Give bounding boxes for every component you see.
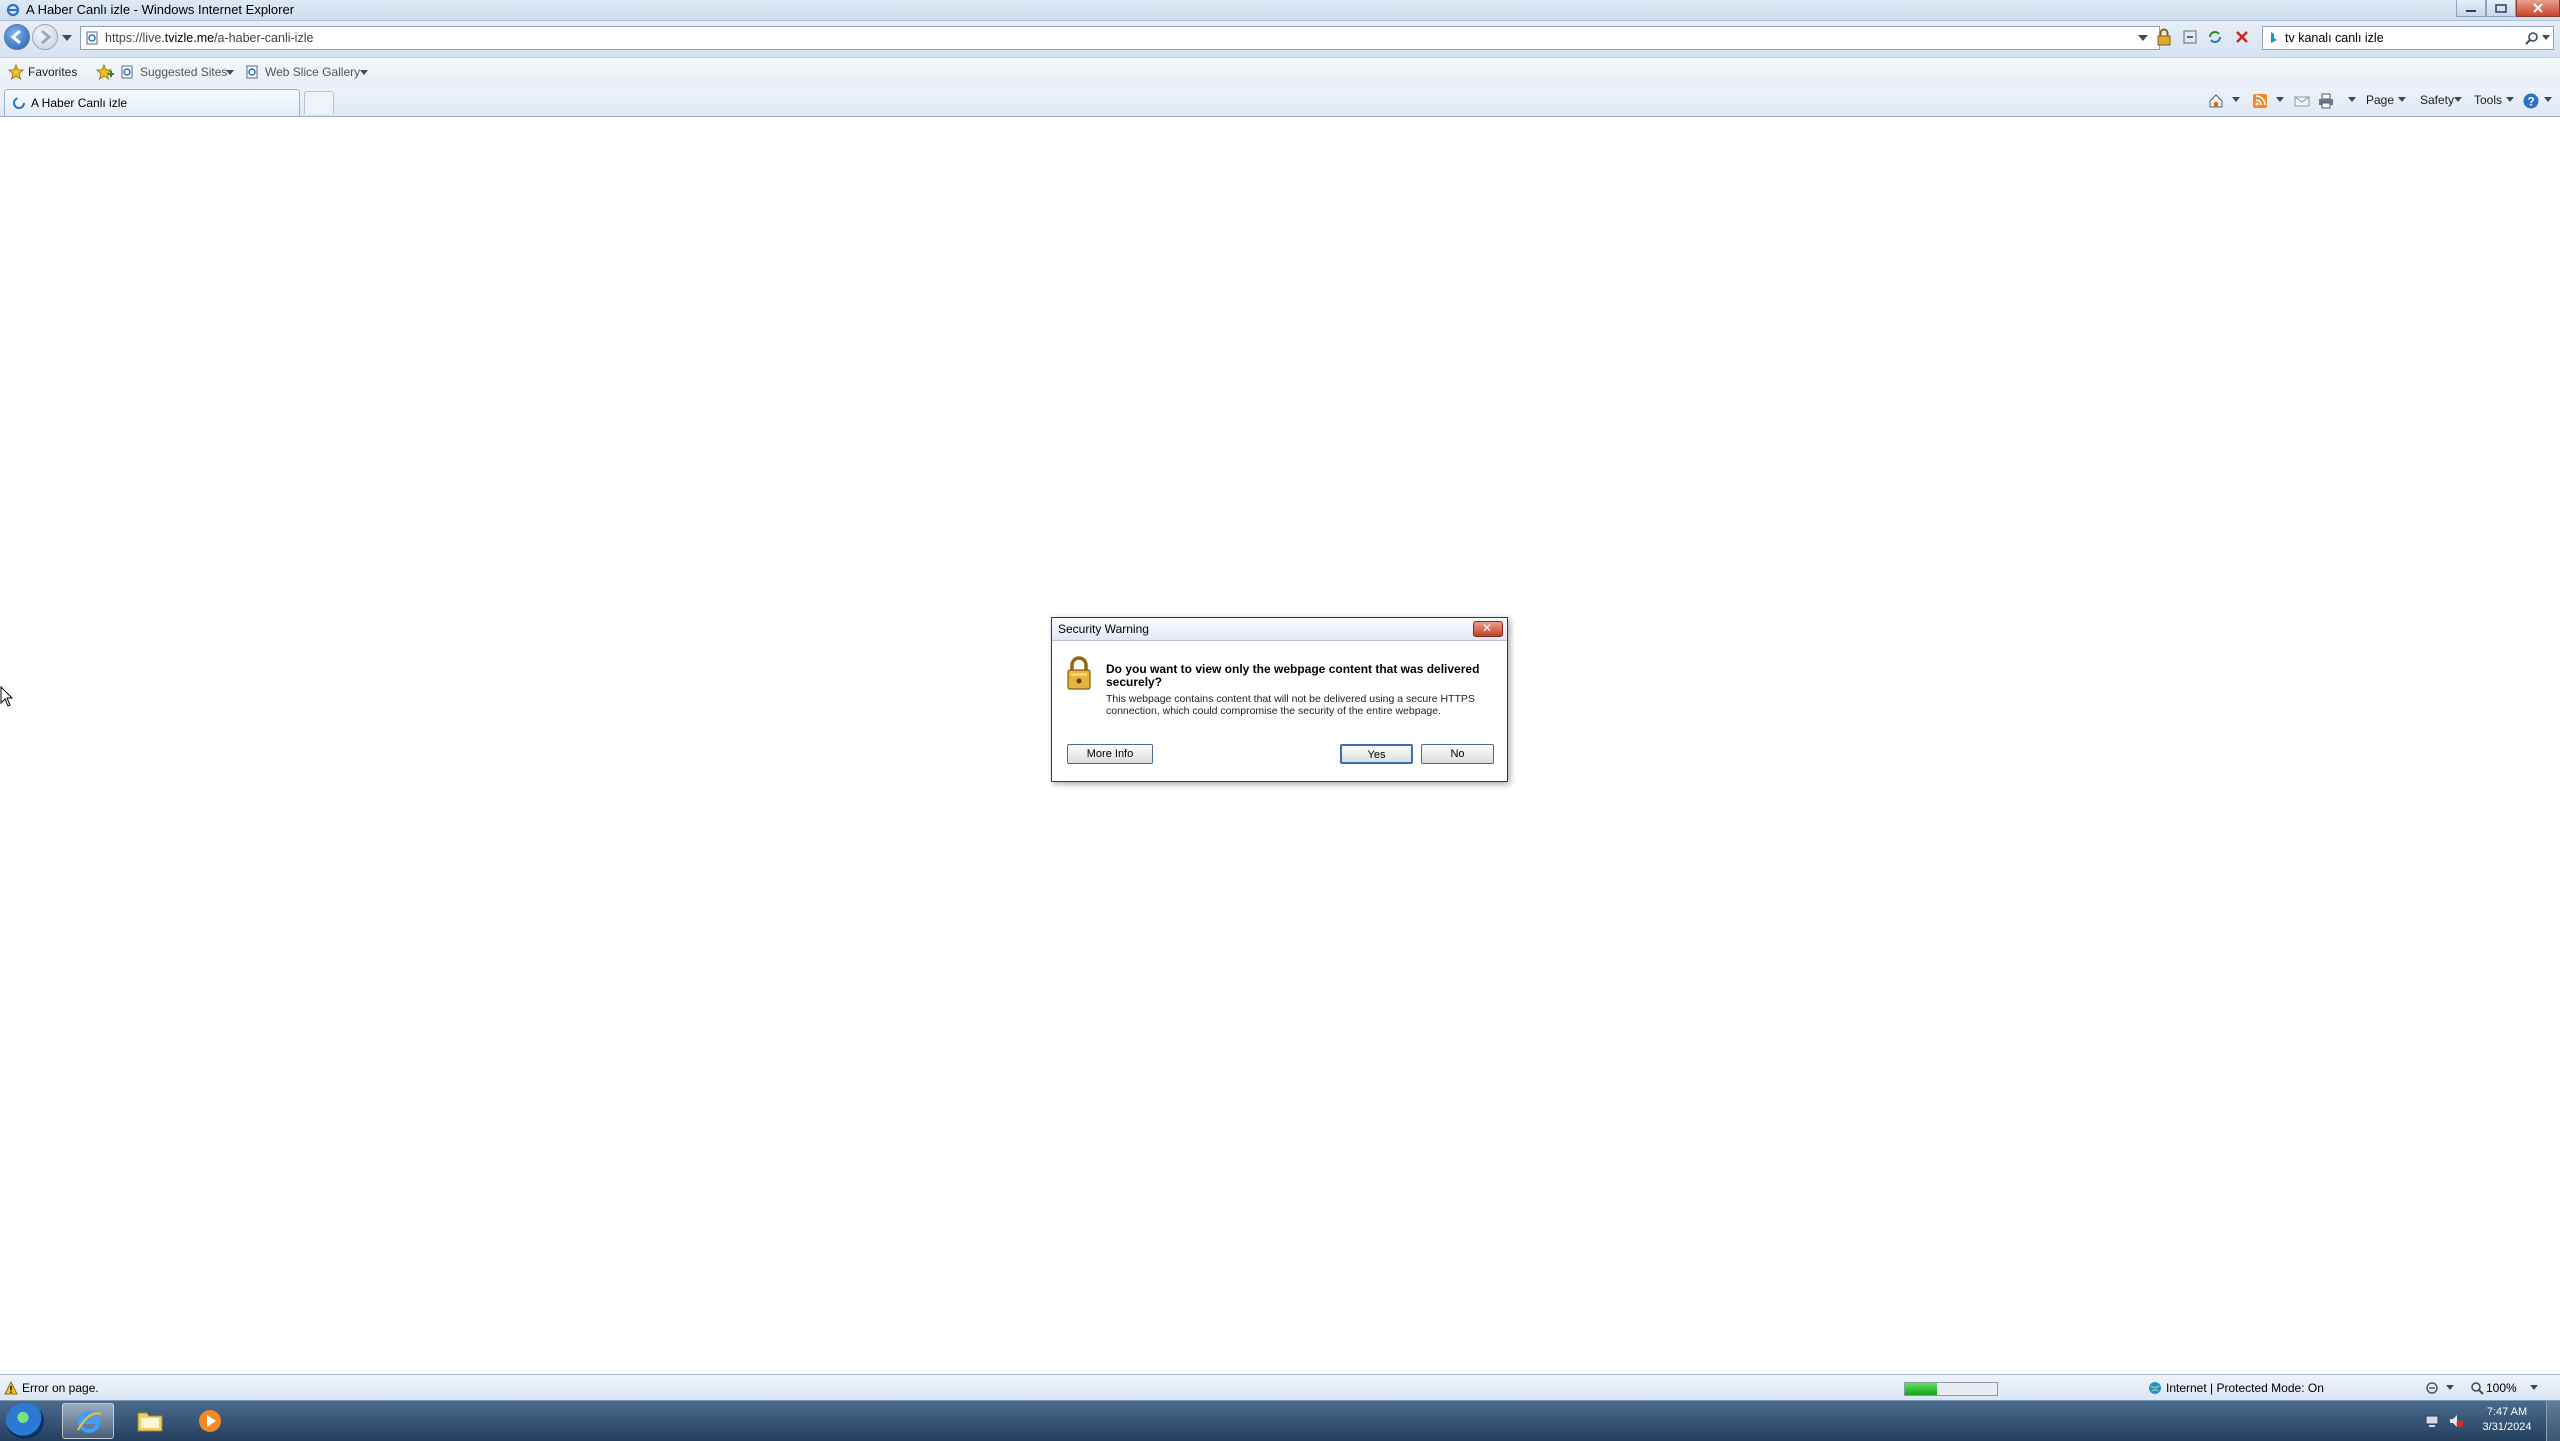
media-player-icon <box>199 1410 221 1432</box>
more-info-button[interactable]: More Info <box>1067 744 1153 764</box>
tracking-protection-icon[interactable] <box>2424 1381 2440 1395</box>
home-icon[interactable] <box>2208 93 2224 109</box>
bing-icon <box>2271 32 2277 43</box>
read-mail-icon[interactable] <box>2294 93 2310 109</box>
tracking-dropdown-icon[interactable] <box>2446 1385 2454 1391</box>
padlock-warning-icon <box>1067 656 1091 690</box>
ie-icon <box>6 3 20 17</box>
loading-icon <box>13 97 25 109</box>
warning-icon[interactable] <box>4 1381 18 1395</box>
clock-time: 7:47 AM <box>2486 1406 2528 1418</box>
forward-button[interactable] <box>32 24 58 50</box>
home-dropdown-icon[interactable] <box>2232 97 2240 103</box>
dialog-title: Security Warning <box>1058 622 1149 636</box>
window-titlebar: A Haber Canlı izle - Windows Internet Ex… <box>0 0 2560 21</box>
restore-button[interactable] <box>2486 0 2516 17</box>
tab-active[interactable]: A Haber Canlı izle <box>4 89 300 116</box>
minimize-icon <box>2466 10 2476 12</box>
system-clock[interactable]: 7:47 AM 3/31/2024 <box>2472 1405 2542 1435</box>
favorites-bar: Favorites Suggested Sites Web Slice Gall… <box>0 57 2560 88</box>
refresh-icon[interactable] <box>2206 28 2224 46</box>
feeds-dropdown-icon[interactable] <box>2276 97 2284 103</box>
help-dropdown-icon[interactable] <box>2544 97 2552 103</box>
safety-menu[interactable]: Safety <box>2420 93 2454 107</box>
clock-date: 3/31/2024 <box>2482 1421 2532 1433</box>
status-bar: Error on page. Internet | Protected Mode… <box>0 1374 2560 1401</box>
internet-explorer-icon <box>77 1411 102 1433</box>
zoom-dropdown-icon[interactable] <box>2530 1385 2538 1391</box>
start-button[interactable] <box>6 1403 44 1439</box>
window-title: A Haber Canlı izle - Windows Internet Ex… <box>26 2 295 17</box>
suggested-sites-link[interactable]: Suggested Sites <box>140 65 227 79</box>
yes-button[interactable]: Yes <box>1340 744 1413 764</box>
volume-muted-tray-icon[interactable] <box>2448 1413 2464 1429</box>
svg-text:?: ? <box>2527 95 2534 109</box>
dialog-close-button[interactable] <box>1473 621 1503 637</box>
add-to-favorites-bar-icon[interactable] <box>96 64 114 80</box>
favorites-button[interactable]: Favorites <box>28 65 77 79</box>
taskbar-media-player[interactable] <box>184 1403 236 1439</box>
help-icon[interactable]: ? <box>2522 92 2540 110</box>
page-icon <box>86 31 98 45</box>
print-icon[interactable] <box>2318 93 2334 109</box>
back-button[interactable] <box>4 24 30 50</box>
security-warning-dialog: Security Warning Do you want to view onl… <box>1051 617 1508 782</box>
taskbar: 7:47 AM 3/31/2024 <box>0 1400 2560 1441</box>
suggested-sites-icon <box>121 65 133 79</box>
compatibility-view-icon[interactable] <box>2182 28 2198 46</box>
tools-dropdown-icon <box>2506 97 2514 102</box>
feeds-icon[interactable] <box>2252 93 2268 109</box>
page-dropdown-icon <box>2398 97 2406 102</box>
recent-pages-dropdown-icon[interactable] <box>60 33 74 43</box>
new-tab-button[interactable] <box>304 91 334 114</box>
search-query: tv kanalı canlı izle <box>2285 31 2384 45</box>
search-box[interactable]: tv kanalı canlı izle <box>2262 26 2554 50</box>
tab-strip: A Haber Canlı izle <box>0 87 2560 117</box>
dialog-titlebar: Security Warning <box>1052 618 1507 641</box>
suggested-sites-dropdown-icon[interactable] <box>226 70 234 76</box>
address-field[interactable]: https://live.tvizle.me/a-haber-canli-izl… <box>80 26 2160 50</box>
search-icon[interactable] <box>2525 31 2539 45</box>
security-zone-text[interactable]: Internet | Protected Mode: On <box>2166 1381 2324 1395</box>
tools-menu[interactable]: Tools <box>2474 93 2502 107</box>
folder-icon <box>137 1412 163 1432</box>
close-icon <box>2533 3 2543 13</box>
minimize-button[interactable] <box>2456 0 2486 17</box>
lock-icon[interactable] <box>2156 28 2172 46</box>
page-menu[interactable]: Page <box>2366 93 2394 107</box>
address-dropdown-icon[interactable] <box>2137 34 2149 42</box>
dialog-body: Do you want to view only the webpage con… <box>1052 641 1507 781</box>
safety-dropdown-icon <box>2454 97 2462 102</box>
url-text: https://live.tvizle.me/a-haber-canli-izl… <box>105 31 314 45</box>
stop-icon[interactable] <box>2234 28 2250 46</box>
no-button[interactable]: No <box>1421 744 1494 764</box>
progress-fill <box>1905 1383 1938 1395</box>
favorites-star-icon <box>8 64 24 80</box>
network-tray-icon[interactable] <box>2424 1413 2440 1429</box>
forward-arrow-icon <box>41 29 52 45</box>
dialog-message: This webpage contains content that will … <box>1106 693 1475 717</box>
taskbar-internet-explorer[interactable] <box>62 1403 114 1439</box>
zoom-level[interactable]: 100% <box>2486 1381 2517 1395</box>
loading-progress-bar <box>1904 1382 1998 1396</box>
dialog-headline: Do you want to view only the webpage con… <box>1106 662 1480 689</box>
web-slice-gallery-link[interactable]: Web Slice Gallery <box>265 65 360 79</box>
back-arrow-icon <box>10 29 21 45</box>
zoom-icon <box>2471 1382 2484 1395</box>
restore-icon <box>2495 4 2507 13</box>
status-message[interactable]: Error on page. <box>22 1381 99 1395</box>
tab-title: A Haber Canlı izle <box>31 96 128 110</box>
web-slice-gallery-icon <box>246 65 258 79</box>
print-dropdown-icon[interactable] <box>2348 97 2356 103</box>
internet-zone-icon <box>2149 1382 2161 1394</box>
close-window-button[interactable] <box>2516 0 2560 17</box>
mouse-cursor <box>0 686 14 707</box>
search-options-dropdown-icon[interactable] <box>2541 34 2551 42</box>
taskbar-windows-explorer[interactable] <box>124 1403 176 1439</box>
show-desktop-button[interactable] <box>2546 1401 2560 1441</box>
web-slice-gallery-dropdown-icon[interactable] <box>360 70 368 76</box>
